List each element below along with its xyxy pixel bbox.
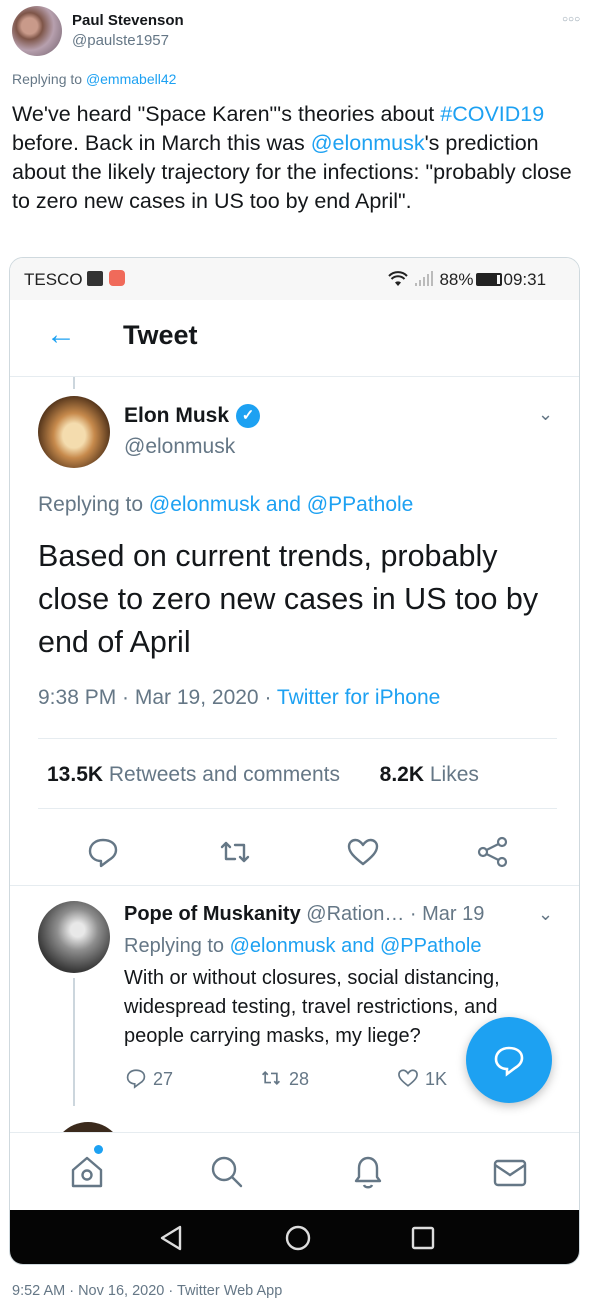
replying-prefix: Replying to	[12, 71, 86, 87]
avatar[interactable]	[12, 6, 62, 56]
notification-app-icon	[109, 270, 125, 286]
avatar[interactable]	[38, 396, 110, 468]
author-handle-date[interactable]: @Ration… · Mar 19	[301, 903, 484, 925]
tweet-time: 9:38 PM · Mar 19, 2020 ·	[38, 686, 277, 709]
retweets-label: Retweets and comments	[103, 763, 340, 786]
like-action[interactable]: 1K	[396, 1067, 447, 1090]
tweet-meta: 9:38 PM · Mar 19, 2020 · Twitter for iPh…	[38, 686, 440, 710]
retweets-count: 13.5K	[47, 763, 104, 786]
next-tweet-peek	[38, 1120, 558, 1132]
retweet-count: 28	[289, 1069, 310, 1089]
reply-icon[interactable]	[86, 835, 120, 869]
tweet-text: We've heard "Space Karen"'s theories abo…	[12, 100, 582, 216]
battery-percent: 88%	[439, 270, 474, 289]
avatar[interactable]	[38, 901, 110, 973]
battery-icon	[475, 273, 502, 286]
page-title: Tweet	[123, 320, 198, 350]
like-heart-icon[interactable]	[346, 835, 380, 869]
compose-bubble-icon	[494, 1046, 524, 1077]
recents-square-icon[interactable]	[410, 1225, 436, 1251]
back-arrow-icon[interactable]: ←	[46, 320, 76, 350]
hashtag-link[interactable]: #COVID19	[440, 102, 544, 126]
reply-mention-link[interactable]: @elonmusk and @PPathole	[230, 935, 482, 957]
replying-to: Replying to @elonmusk and @PPathole	[124, 935, 481, 958]
signal-icon	[414, 271, 433, 286]
chevron-down-icon[interactable]: ⌄	[538, 404, 553, 425]
share-icon[interactable]	[476, 835, 510, 869]
carrier-label: TESCO	[24, 270, 83, 289]
compose-reply-button[interactable]	[466, 1017, 552, 1103]
verified-badge-icon: ✓	[236, 404, 260, 428]
clock: 09:31	[503, 270, 547, 289]
likes-label: Likes	[424, 763, 479, 786]
retweet-action[interactable]: 28	[258, 1067, 309, 1090]
tweet-text: Based on current trends, probably close …	[38, 539, 539, 659]
like-count: 1K	[425, 1069, 448, 1089]
reply-icon	[126, 1069, 146, 1089]
attached-screenshot[interactable]: TESCO 88% 09:31 ← Tweet Elon Musk ✓ @elon…	[9, 257, 580, 1265]
divider	[38, 738, 557, 739]
phone-status-bar: TESCO 88% 09:31	[10, 258, 579, 300]
thread-connector	[73, 377, 75, 389]
tweet-source-link[interactable]: Twitter for iPhone	[277, 686, 440, 709]
notification-dot	[94, 1145, 103, 1154]
replying-prefix: Replying to	[38, 493, 149, 516]
bottom-nav	[10, 1132, 579, 1210]
likes-stat[interactable]: 8.2K Likes	[380, 763, 479, 786]
wifi-icon	[388, 271, 408, 286]
replying-prefix: Replying to	[124, 935, 230, 957]
android-nav-bar	[10, 1210, 579, 1264]
likes-count: 8.2K	[379, 763, 425, 786]
status-right: 88% 09:31	[388, 270, 546, 290]
reply-mention-link[interactable]: @emmabell42	[86, 71, 176, 87]
author-name[interactable]: Pope of Muskanity	[124, 903, 301, 925]
messages-envelope-icon[interactable]	[492, 1157, 528, 1189]
thread-connector	[73, 978, 75, 1106]
mention-link[interactable]: @elonmusk	[311, 131, 425, 155]
author-name[interactable]: Elon Musk	[124, 404, 229, 428]
reply-action[interactable]: 27	[124, 1067, 173, 1090]
notifications-bell-icon[interactable]	[350, 1153, 386, 1191]
author-handle[interactable]: @paulste1957	[72, 32, 169, 49]
replying-to: Replying to @elonmusk and @PPathole	[38, 493, 413, 517]
home-icon[interactable]	[68, 1153, 106, 1191]
reply-header: Pope of Muskanity @Ration… · Mar 19	[124, 903, 484, 926]
tweet-text-part: before. Back in March this was	[12, 131, 311, 155]
replying-to: Replying to @emmabell42	[12, 71, 176, 87]
divider	[10, 885, 579, 886]
search-icon[interactable]	[209, 1154, 245, 1190]
retweets-stat[interactable]: 13.5K Retweets and comments	[47, 763, 340, 786]
reply-count: 27	[153, 1069, 174, 1089]
home-circle-icon[interactable]	[284, 1224, 312, 1252]
avatar	[52, 1122, 124, 1132]
like-heart-icon	[398, 1069, 418, 1087]
reply-mention-link[interactable]: @elonmusk and @PPathole	[149, 493, 413, 516]
chevron-down-icon[interactable]: ⌄	[538, 904, 553, 925]
retweet-icon	[261, 1070, 281, 1086]
tweet-stats: 13.5K Retweets and comments 8.2K Likes	[47, 763, 479, 787]
calendar-icon	[87, 271, 103, 286]
more-options-icon[interactable]: ○○○	[562, 14, 580, 25]
app-header: ← Tweet	[10, 300, 579, 377]
retweet-icon[interactable]	[218, 835, 252, 869]
author-handle[interactable]: @elonmusk	[124, 435, 235, 459]
tweet-footer-meta: 9:52 AM · Nov 16, 2020 · Twitter Web App	[12, 1283, 283, 1299]
back-triangle-icon[interactable]	[158, 1224, 184, 1252]
tweet-text-part: We've heard "Space Karen"'s theories abo…	[12, 102, 441, 126]
author-name[interactable]: Paul Stevenson	[72, 12, 184, 29]
divider	[38, 808, 557, 809]
